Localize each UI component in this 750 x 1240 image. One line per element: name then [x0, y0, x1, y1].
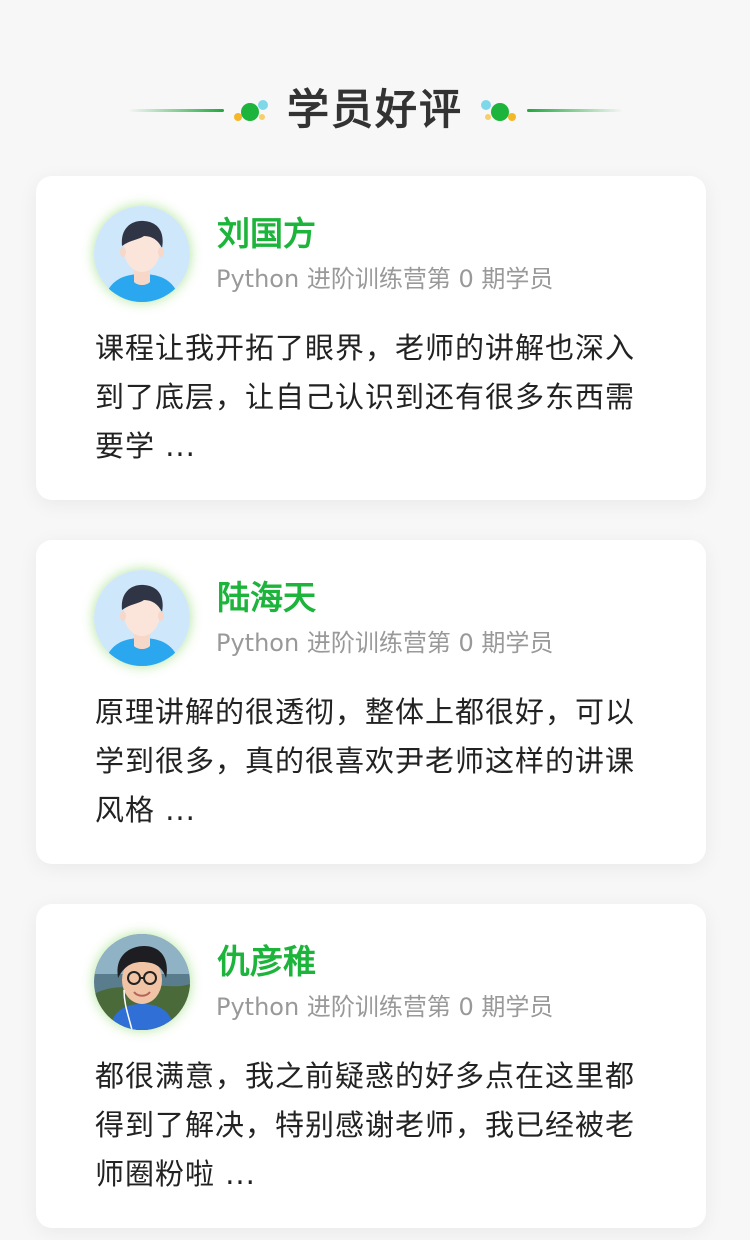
- header-left-line: [128, 109, 224, 112]
- reviewer-role: Python 进阶训练营第 0 期学员: [216, 993, 554, 1021]
- photo-avatar: [94, 934, 190, 1030]
- reviewer-name: 仇彦稚: [217, 942, 316, 981]
- decorative-dots-icon: [478, 96, 518, 126]
- reviewer-name: 陆海天: [217, 578, 316, 617]
- review-text: 原理讲解的很透彻，整体上都很好，可以学到很多，真的很喜欢尹老师这样的讲课风格 .…: [95, 695, 636, 827]
- section-title: 学员好评: [286, 85, 463, 134]
- review-card: 陆海天 Python 进阶训练营第 0 期学员 原理讲解的很透彻，整体上都很好，…: [36, 540, 706, 864]
- reviewer-name: 刘国方: [217, 214, 316, 253]
- review-card: 刘国方 Python 进阶训练营第 0 期学员 课程让我开拓了眼界，老师的讲解也…: [36, 176, 706, 500]
- reviewer-role: Python 进阶训练营第 0 期学员: [216, 265, 554, 293]
- reviewer-role: Python 进阶训练营第 0 期学员: [216, 629, 554, 657]
- cartoon-avatar-icon: [94, 206, 190, 302]
- section-header: 学员好评: [0, 78, 750, 142]
- review-card: 仇彦稚 Python 进阶训练营第 0 期学员 都很满意，我之前疑惑的好多点在这…: [36, 904, 706, 1228]
- review-text: 都很满意，我之前疑惑的好多点在这里都得到了解决，特别感谢老师，我已经被老师圈粉啦…: [95, 1059, 636, 1191]
- cartoon-avatar-icon: [94, 570, 190, 666]
- header-right-line: [527, 109, 623, 112]
- review-text: 课程让我开拓了眼界，老师的讲解也深入到了底层，让自己认识到还有很多东西需要学 .…: [95, 331, 636, 463]
